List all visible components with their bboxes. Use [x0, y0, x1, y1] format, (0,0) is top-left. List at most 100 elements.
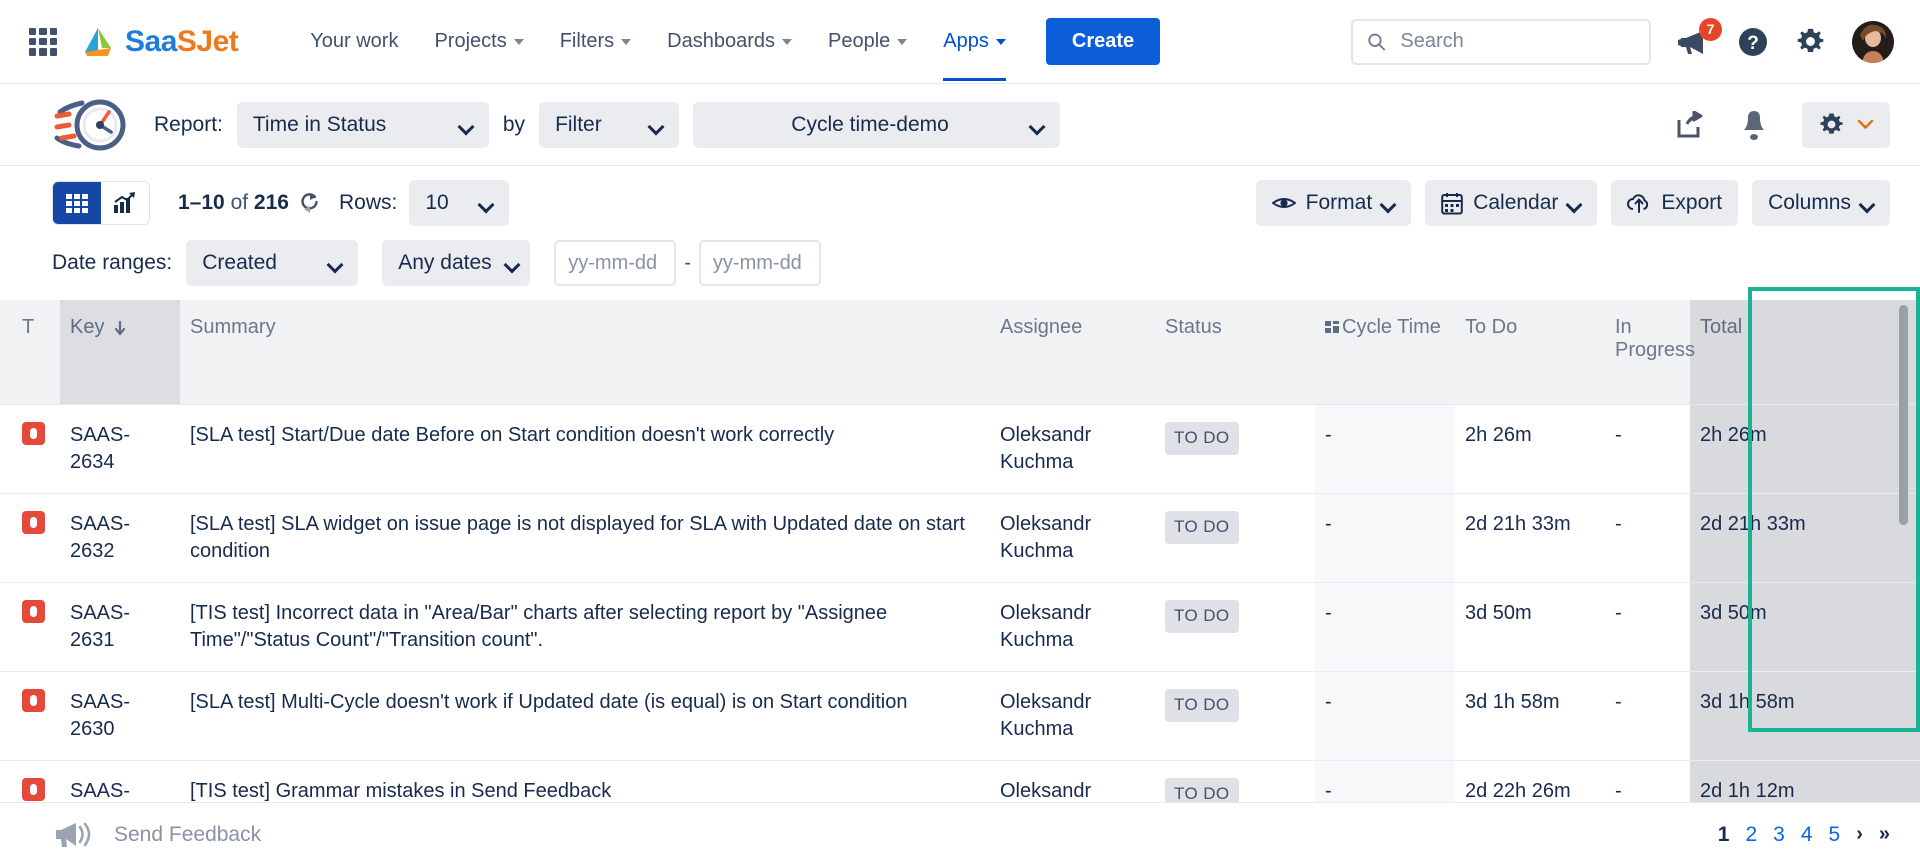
calendar-icon: [1441, 192, 1463, 215]
cell-type: [0, 405, 60, 494]
settings-button[interactable]: [1795, 26, 1826, 57]
date-preset-select[interactable]: Any dates: [382, 240, 530, 286]
cell-status: TO DO: [1155, 405, 1315, 494]
cell-assignee[interactable]: Oleksandr Kuchma: [990, 583, 1155, 672]
cell-in-progress: -: [1605, 672, 1690, 761]
filter-select[interactable]: Cycle time-demo: [693, 102, 1060, 148]
chevron-right-icon[interactable]: ›: [1856, 823, 1863, 846]
nav-label: Your work: [310, 30, 398, 53]
export-button[interactable]: Export: [1611, 180, 1738, 226]
rows-per-page-select[interactable]: 10: [409, 180, 509, 226]
cell-summary[interactable]: [SLA test] Multi-Cycle doesn't work if U…: [180, 672, 990, 761]
cell-key[interactable]: SAAS-2631: [60, 583, 180, 672]
gear-icon: [1818, 111, 1845, 138]
calendar-button[interactable]: Calendar: [1425, 180, 1597, 226]
cell-cycle-time: -: [1315, 405, 1455, 494]
nav-item-apps[interactable]: Apps: [925, 2, 1024, 81]
nav-item-dashboards[interactable]: Dashboards: [649, 2, 810, 81]
cell-key[interactable]: SAAS-2630: [60, 672, 180, 761]
cell-in-progress: -: [1605, 494, 1690, 583]
eye-icon: [1272, 194, 1296, 212]
col-header-key[interactable]: Key: [60, 300, 180, 405]
nav-right-group: 7 ?: [1351, 19, 1894, 65]
format-button[interactable]: Format: [1256, 180, 1412, 226]
page-1[interactable]: 1: [1718, 823, 1730, 847]
grid-view-button[interactable]: [53, 182, 101, 224]
count-range: 1–10: [178, 191, 225, 214]
page-3[interactable]: 3: [1773, 823, 1785, 847]
cell-assignee[interactable]: Oleksandr Kuchma: [990, 672, 1155, 761]
chevron-down-icon: [1861, 199, 1874, 207]
user-avatar[interactable]: [1852, 21, 1894, 63]
cell-summary[interactable]: [SLA test] Start/Due date Before on Star…: [180, 405, 990, 494]
date-to-input[interactable]: [699, 240, 821, 286]
share-icon: [1676, 111, 1706, 139]
calendar-label: Calendar: [1473, 191, 1558, 215]
page-5[interactable]: 5: [1829, 823, 1841, 847]
cell-summary[interactable]: [SLA test] SLA widget on issue page is n…: [180, 494, 990, 583]
brand-logo-link[interactable]: SaaSJet: [82, 25, 238, 59]
table-row[interactable]: SAAS-2634 [SLA test] Start/Due date Befo…: [0, 405, 1920, 494]
cell-key[interactable]: SAAS-2632: [60, 494, 180, 583]
date-preset-value: Any dates: [398, 251, 491, 275]
group-by-select[interactable]: Filter: [539, 102, 679, 148]
nav-item-your-work[interactable]: Your work: [292, 2, 416, 81]
help-button[interactable]: ?: [1737, 26, 1769, 58]
nav-item-projects[interactable]: Projects: [416, 2, 541, 81]
chevron-double-right-icon[interactable]: »: [1879, 823, 1890, 846]
report-type-select[interactable]: Time in Status: [237, 102, 489, 148]
filter-value: Cycle time-demo: [709, 113, 1031, 137]
format-label: Format: [1306, 191, 1373, 215]
page-2[interactable]: 2: [1745, 823, 1757, 847]
table-row[interactable]: SAAS-2631 [TIS test] Incorrect data in "…: [0, 583, 1920, 672]
issues-table-container: T Key Summary Assignee Status Cycle Time: [0, 300, 1920, 850]
send-feedback-link[interactable]: Send Feedback: [52, 820, 261, 850]
chart-view-button[interactable]: [101, 182, 149, 224]
chevron-down-icon: [514, 39, 524, 45]
search-input[interactable]: [1398, 29, 1635, 54]
col-header-todo[interactable]: To Do: [1455, 300, 1605, 405]
page-footer: Send Feedback 1 2 3 4 5 › »: [0, 802, 1920, 866]
help-circle-icon: ?: [1737, 26, 1769, 58]
cell-summary[interactable]: [TIS test] Incorrect data in "Area/Bar" …: [180, 583, 990, 672]
columns-button[interactable]: Columns: [1752, 180, 1890, 226]
grid-toolbar: 1–10 of 216 Rows: 10 Format: [0, 166, 1920, 286]
status-badge: TO DO: [1165, 422, 1239, 455]
apps-grid-icon[interactable]: [26, 25, 60, 59]
nav-item-filters[interactable]: Filters: [542, 2, 649, 81]
report-settings-button[interactable]: [1802, 102, 1890, 148]
cell-todo: 2d 21h 33m: [1455, 494, 1605, 583]
col-header-type[interactable]: T: [0, 300, 60, 405]
search-box[interactable]: [1351, 19, 1651, 65]
nav-item-people[interactable]: People: [810, 2, 925, 81]
page-4[interactable]: 4: [1801, 823, 1813, 847]
avatar-image: [1852, 21, 1894, 63]
notify-bell-button[interactable]: [1740, 109, 1768, 141]
col-header-status[interactable]: Status: [1155, 300, 1315, 405]
table-row[interactable]: SAAS-2632 [SLA test] SLA widget on issue…: [0, 494, 1920, 583]
cell-assignee[interactable]: Oleksandr Kuchma: [990, 405, 1155, 494]
col-header-cycle-time[interactable]: Cycle Time: [1315, 300, 1455, 405]
refresh-button[interactable]: [299, 191, 321, 215]
share-button[interactable]: [1676, 111, 1706, 139]
col-header-assignee[interactable]: Assignee: [990, 300, 1155, 405]
brand-part-1: Saa: [125, 25, 177, 58]
col-header-total[interactable]: Total: [1690, 300, 1920, 405]
by-label: by: [503, 113, 525, 137]
cell-assignee[interactable]: Oleksandr Kuchma: [990, 494, 1155, 583]
cell-key[interactable]: SAAS-2634: [60, 405, 180, 494]
chevron-down-icon: [996, 39, 1006, 45]
date-field-select[interactable]: Created: [186, 240, 358, 286]
nav-label: People: [828, 30, 890, 53]
cell-in-progress: -: [1605, 583, 1690, 672]
date-from-input[interactable]: [554, 240, 676, 286]
report-label: Report:: [154, 113, 223, 137]
create-button[interactable]: Create: [1046, 18, 1160, 65]
status-badge: TO DO: [1165, 511, 1239, 544]
brand-name: SaaSJet: [125, 25, 238, 59]
saasjet-logo-icon: [82, 26, 116, 58]
col-header-summary[interactable]: Summary: [180, 300, 990, 405]
col-header-in-progress[interactable]: In Progress: [1605, 300, 1690, 405]
table-row[interactable]: SAAS-2630 [SLA test] Multi-Cycle doesn't…: [0, 672, 1920, 761]
notifications-button[interactable]: 7: [1677, 27, 1711, 57]
